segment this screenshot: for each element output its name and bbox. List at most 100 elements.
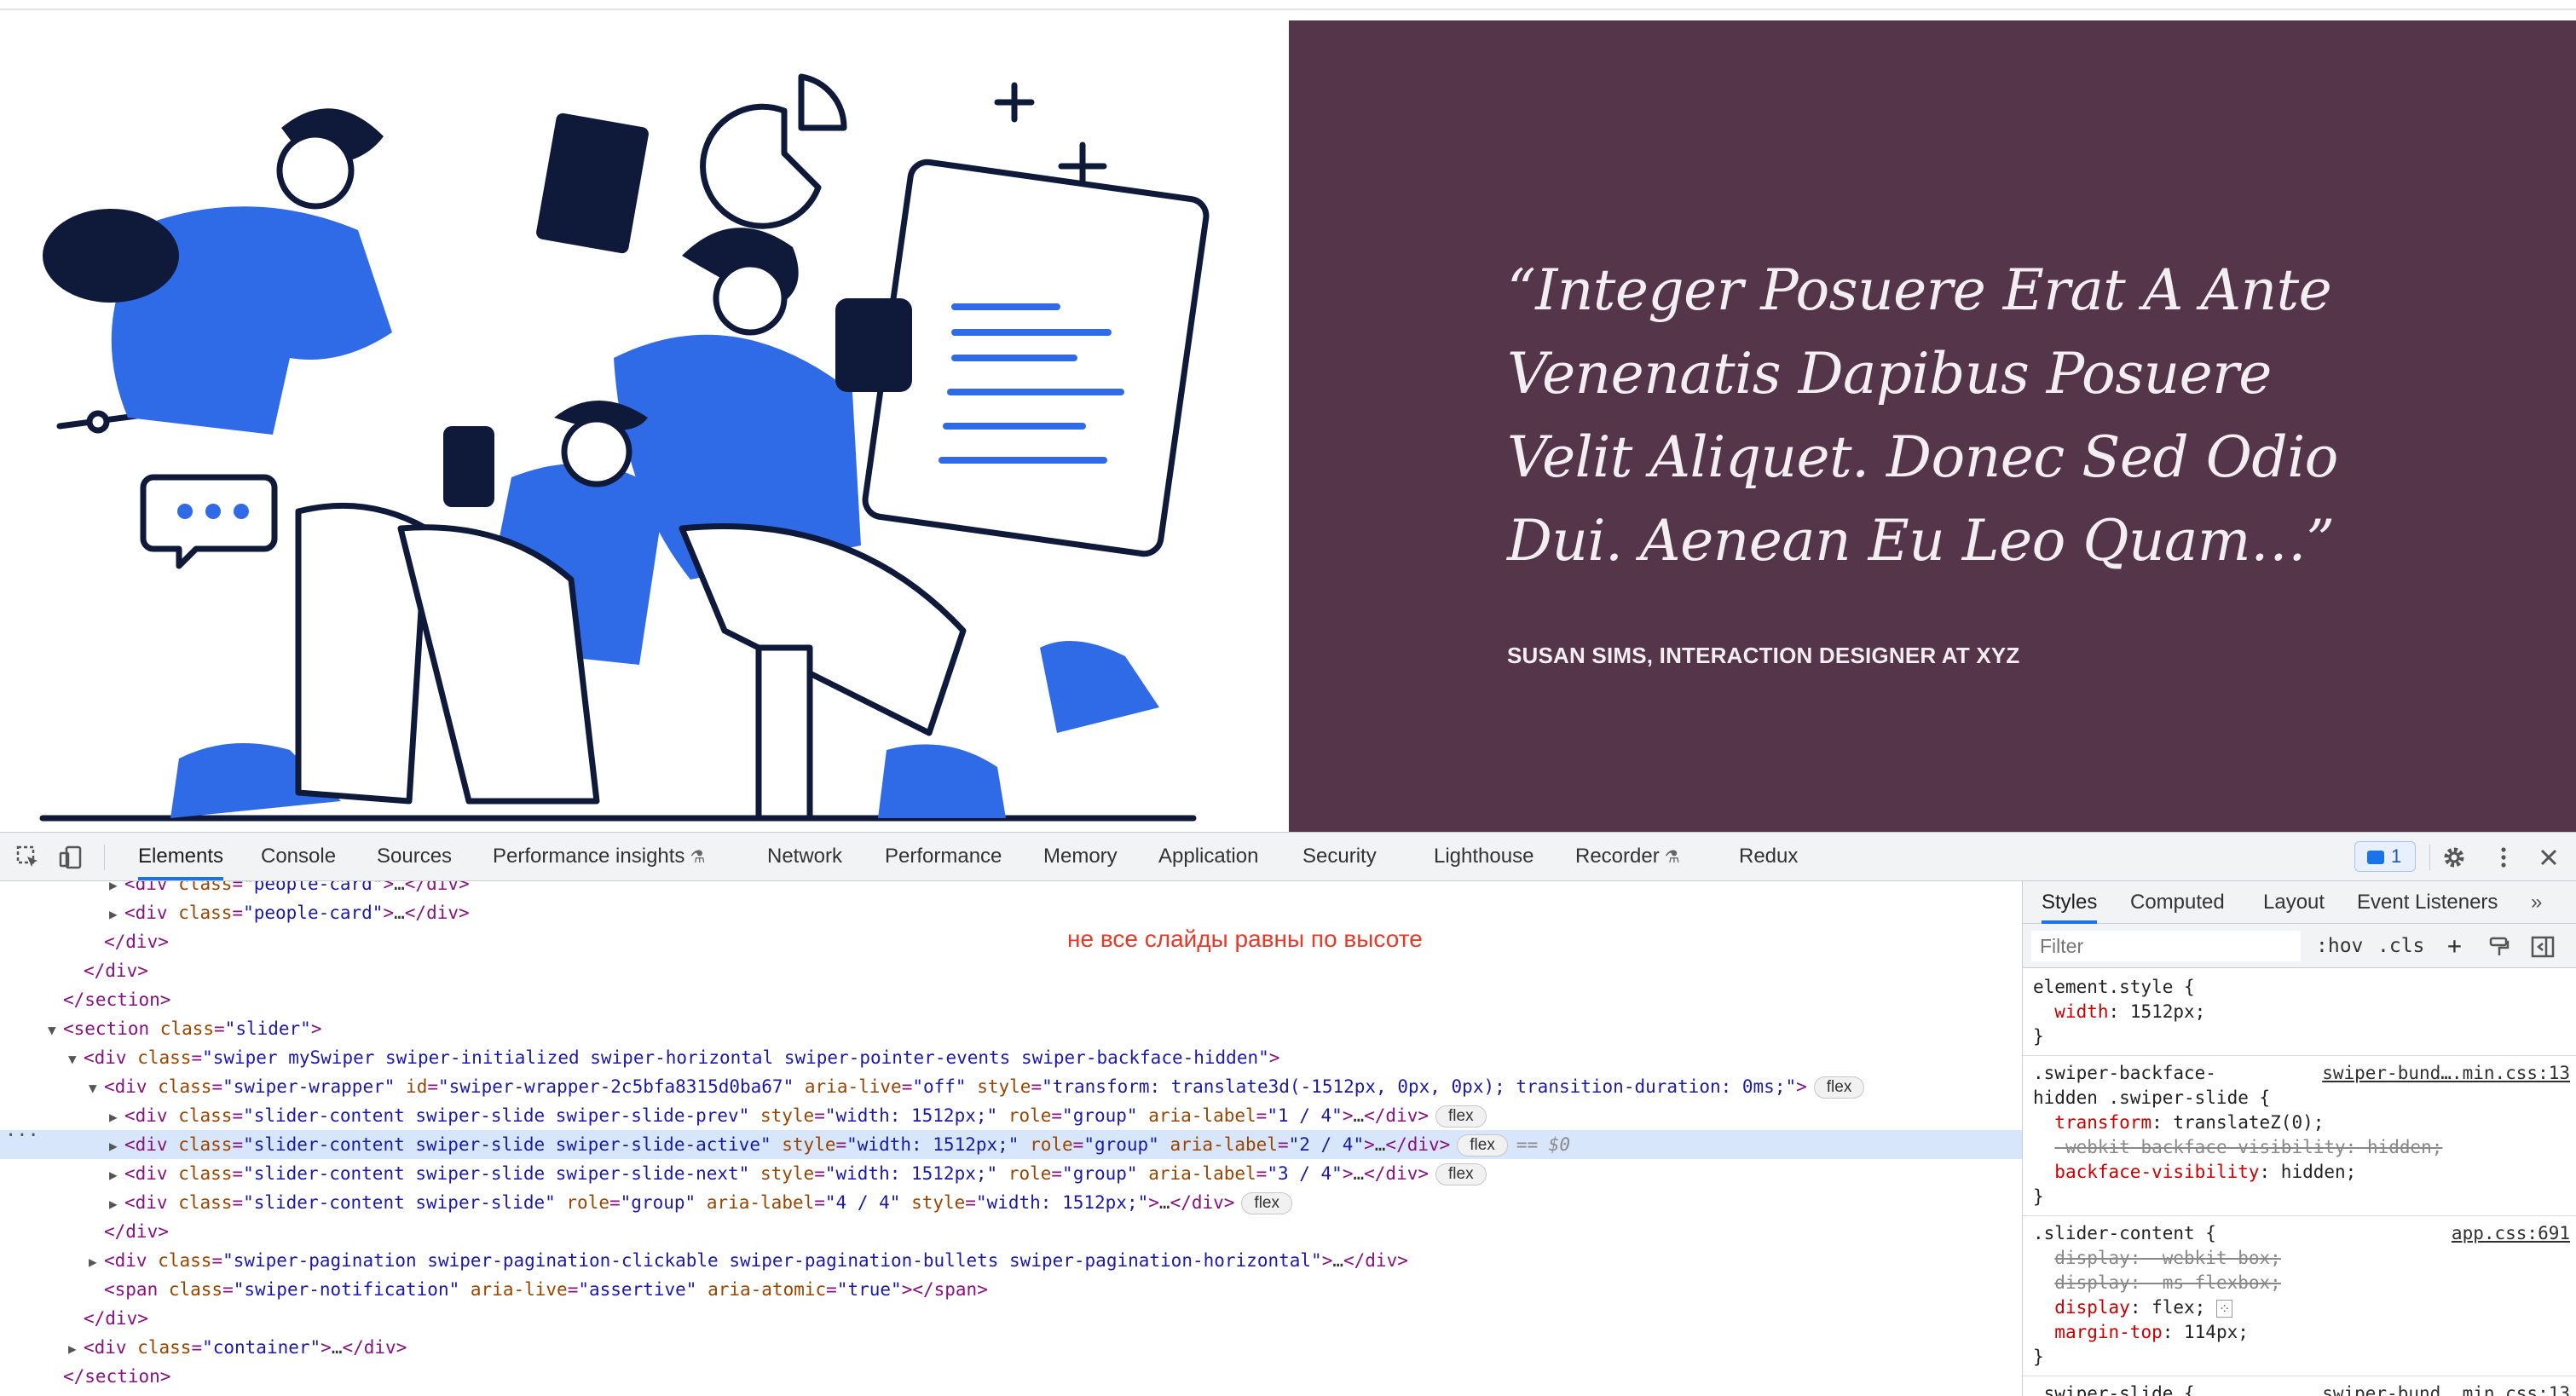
tab-event-listeners[interactable]: Event Listeners	[2357, 881, 2498, 924]
css-rule-line: }	[2033, 1026, 2044, 1047]
expand-triangle-icon[interactable]: ▶	[109, 1161, 124, 1190]
tab-redux[interactable]: Redux	[1739, 833, 1798, 880]
dom-node[interactable]: ▶ <div class="swiper-pagination swiper-pa…	[0, 1246, 2022, 1275]
tab-styles[interactable]: Styles	[2042, 881, 2098, 924]
flex-badge[interactable]: flex	[1435, 1163, 1487, 1185]
tab-sources[interactable]: Sources	[377, 833, 452, 880]
expand-triangle-icon[interactable]: ▶	[48, 1393, 63, 1396]
tab-label: Recorder	[1575, 845, 1660, 868]
css-source-link[interactable]: app.css:691	[2452, 1221, 2570, 1246]
dom-node[interactable]: ▶<section class="footer">…</section>	[0, 1391, 2022, 1396]
new-rule-button[interactable]: +	[2447, 931, 2462, 961]
css-rule[interactable]: .swiper-slide {swiper-bund….min.css:13	[2023, 1378, 2576, 1396]
class-toggle[interactable]: .cls	[2377, 931, 2424, 961]
dom-node-markup: <div class="swiper-wrapper" id="swiper-w…	[104, 1076, 1807, 1097]
tab-console[interactable]: Console	[261, 833, 336, 880]
tab-memory[interactable]: Memory	[1043, 833, 1118, 880]
dom-node[interactable]: ▼ <div class="swiper mySwiper swiper-init…	[0, 1043, 2022, 1072]
toggle-sidebar-icon[interactable]	[2531, 936, 2555, 958]
hover-state-toggle[interactable]: :hov	[2316, 931, 2363, 961]
dom-node-selected[interactable]: ▶ <div class="slider-content swiper-slide…	[0, 1130, 2022, 1159]
flex-badge[interactable]: flex	[1457, 1134, 1508, 1157]
expand-triangle-icon[interactable]: ▶	[109, 881, 124, 900]
tab-lighthouse[interactable]: Lighthouse	[1434, 833, 1533, 880]
expand-triangle-icon[interactable]: ▶	[68, 1335, 84, 1364]
close-icon[interactable]	[2536, 845, 2562, 870]
css-source-link[interactable]: swiper-bund….min.css:13	[2322, 1382, 2570, 1396]
tab-application[interactable]: Application	[1158, 833, 1258, 880]
more-tabs-icon[interactable]: »	[2531, 881, 2542, 924]
dom-node[interactable]: </div>	[0, 956, 2022, 985]
tab-security[interactable]: Security	[1302, 833, 1377, 880]
tab-performance[interactable]: Performance	[885, 833, 1002, 880]
tab-label: Elements	[138, 845, 224, 868]
device-toolbar-icon[interactable]	[58, 845, 84, 870]
gear-icon[interactable]	[2441, 845, 2467, 870]
css-rule[interactable]: element.style { width: 1512px;}	[2023, 972, 2576, 1056]
dom-node[interactable]: ▼ <div class="swiper-wrapper" id="swiper-…	[0, 1072, 2022, 1101]
flex-badge[interactable]: flex	[1241, 1192, 1292, 1214]
tab-label: Performance	[885, 845, 1002, 868]
css-rule-line: display: -ms-flexbox;	[2054, 1272, 2281, 1293]
top-divider	[0, 9, 2576, 10]
styles-tabbar: Styles Computed Layout Event Listeners »	[2023, 881, 2576, 924]
collapse-triangle-icon[interactable]: ▼	[89, 1074, 104, 1103]
css-rule-line: hidden .swiper-slide {	[2033, 1087, 2271, 1108]
kebab-menu-icon[interactable]	[2491, 845, 2516, 870]
more-options-dots-icon[interactable]: ···	[5, 1122, 39, 1151]
testimonial-panel: “Integer Posuere Erat A Ante Venenatis D…	[1289, 20, 2576, 832]
dom-node[interactable]: ▶ <div class="slider-content swiper-slide…	[0, 1159, 2022, 1188]
message-icon	[2367, 851, 2384, 865]
dom-node[interactable]: ▶ <div class="container">…</div>	[0, 1333, 2022, 1362]
dom-node[interactable]: </div>	[0, 927, 2022, 956]
elements-dom-tree: ▶ <div class="people-card">…</div> ▶ <div c…	[0, 881, 2022, 1396]
issues-counter-button[interactable]: 1	[2354, 841, 2416, 872]
dom-node-markup: <div class="people-card">…</div>	[124, 903, 470, 923]
flex-badge[interactable]: flex	[1435, 1105, 1487, 1128]
expand-triangle-icon[interactable]: ▶	[109, 1132, 124, 1161]
dom-node[interactable]: <span class="swiper-notification" aria-l…	[0, 1275, 2022, 1304]
dom-node-markup: <span class="swiper-notification" aria-l…	[104, 1279, 988, 1300]
dom-node[interactable]: </section>	[0, 985, 2022, 1014]
css-source-link[interactable]: swiper-bund….min.css:13	[2322, 1061, 2570, 1086]
flex-badge[interactable]: flex	[1813, 1076, 1865, 1099]
dom-node-markup: </div>	[104, 1221, 169, 1242]
collapse-triangle-icon[interactable]: ▼	[48, 1016, 63, 1045]
tab-performance-insights[interactable]: Performance insights ⚗	[493, 833, 705, 880]
dom-node[interactable]: ▶ <div class="slider-content swiper-slide…	[0, 1188, 2022, 1217]
css-rule-line: .swiper-backface-	[2033, 1063, 2216, 1083]
selected-node-marker: == $0	[1516, 1134, 1571, 1155]
dom-node[interactable]: ▶ <div class="people-card">…</div>	[0, 881, 2022, 898]
dom-node[interactable]: </div>	[0, 1217, 2022, 1246]
css-rule-line: display: flex; ⁘	[2033, 1295, 2233, 1320]
dom-node[interactable]: ▶ <div class="people-card">…</div>	[0, 898, 2022, 927]
tab-computed[interactable]: Computed	[2130, 881, 2225, 924]
expand-triangle-icon[interactable]: ▶	[109, 1103, 124, 1132]
flask-icon: ⚗	[1664, 848, 1680, 867]
tab-label: Network	[767, 845, 843, 868]
expand-triangle-icon[interactable]: ▶	[109, 900, 124, 929]
inspect-element-icon[interactable]	[15, 845, 41, 870]
paint-roller-icon[interactable]	[2488, 936, 2510, 958]
collapse-triangle-icon[interactable]: ▼	[68, 1045, 84, 1074]
tab-network[interactable]: Network	[767, 833, 842, 880]
expand-triangle-icon[interactable]: ▶	[89, 1248, 104, 1277]
dom-node[interactable]: </div>	[0, 1304, 2022, 1333]
styles-sidebar: Styles Computed Layout Event Listeners »…	[2022, 881, 2576, 1396]
dom-node[interactable]: ▼ <section class="slider">	[0, 1014, 2022, 1043]
tab-layout[interactable]: Layout	[2263, 881, 2325, 924]
css-rule[interactable]: .slider-content { display: -webkit-box; …	[2023, 1218, 2576, 1376]
css-rule[interactable]: .swiper-backface-hidden .swiper-slide { …	[2023, 1058, 2576, 1216]
expand-triangle-icon[interactable]: ▶	[109, 1190, 124, 1219]
dom-node[interactable]: </section>	[0, 1362, 2022, 1391]
tab-label: Sources	[377, 845, 453, 868]
dom-node-markup: <div class="swiper-pagination swiper-pag…	[104, 1250, 1408, 1271]
tab-label: Application	[1158, 845, 1259, 868]
tab-elements[interactable]: Elements	[138, 833, 224, 880]
tab-recorder[interactable]: Recorder ⚗	[1575, 833, 1680, 880]
toolbar-divider	[2429, 845, 2430, 870]
dom-node[interactable]: ▶ <div class="slider-content swiper-slide…	[0, 1101, 2022, 1130]
styles-filter-input[interactable]	[2031, 931, 2301, 961]
tab-label: Security	[1302, 845, 1377, 868]
dom-node-markup: </section>	[63, 989, 171, 1010]
